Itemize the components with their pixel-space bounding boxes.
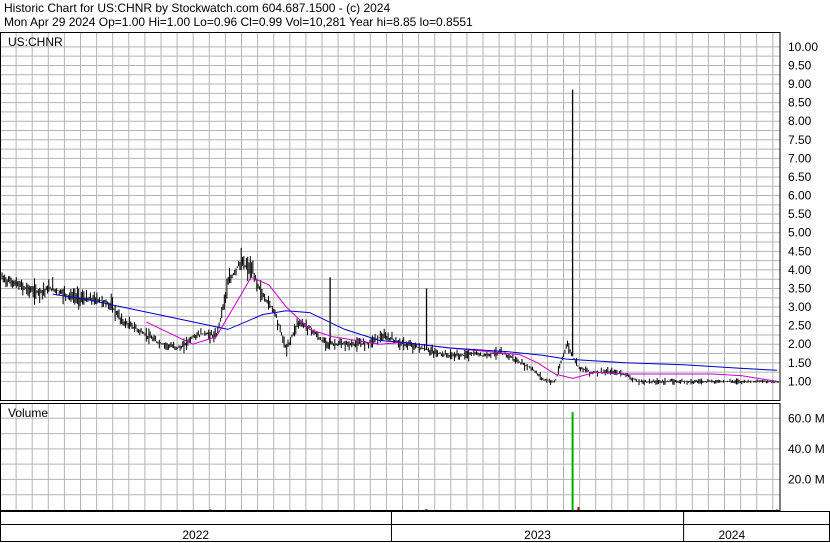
price-tick-label: 2.50 [788, 319, 812, 333]
year-label: 2024 [718, 528, 745, 542]
price-tick-label: 10.00 [788, 40, 818, 54]
volume-tick-label: 60.0 M [788, 411, 825, 425]
price-tick-label: 5.00 [788, 226, 812, 240]
price-tick-label: 9.00 [788, 77, 812, 91]
price-tick-label: 4.50 [788, 244, 812, 258]
price-tick-label: 8.50 [788, 96, 812, 110]
volume-bar [577, 506, 580, 510]
price-tick-label: 4.00 [788, 263, 812, 277]
price-tick-label: 3.00 [788, 300, 812, 314]
price-tick-label: 7.00 [788, 151, 812, 165]
price-grid [0, 32, 780, 400]
volume-tick-label: 40.0 M [788, 442, 825, 456]
year-label: 2023 [524, 528, 551, 542]
date-axis-frame [0, 511, 830, 542]
volume-bar [425, 509, 428, 511]
price-tick-label: 2.00 [788, 337, 812, 351]
price-tick-label: 8.00 [788, 114, 812, 128]
ma-short-line [145, 276, 778, 382]
volume-bar [571, 412, 574, 510]
moving-average-short [145, 276, 778, 382]
price-tick-label: 6.00 [788, 189, 812, 203]
price-tick-label: 3.50 [788, 281, 812, 295]
volume-tick-label: 20.0 M [788, 472, 825, 486]
price-bars [1, 89, 779, 386]
volume-grid [0, 403, 780, 510]
year-label: 2022 [182, 528, 209, 542]
volume-panel-label: Volume [8, 406, 48, 420]
price-tick-label: 1.00 [788, 374, 812, 388]
price-panel-frame [0, 32, 781, 401]
price-tick-label: 9.50 [788, 58, 812, 72]
price-tick-label: 7.50 [788, 133, 812, 147]
panel-frames [0, 32, 830, 542]
stock-chart: 10.00 9.50 9.00 8.50 8.00 7.50 7.00 6.50 6.00 5.5… [0, 32, 830, 542]
price-tick-label: 6.50 [788, 170, 812, 184]
price-tick-label: 5.50 [788, 207, 812, 221]
price-panel-label: US:CHNR [8, 35, 63, 49]
price-tick-label: 1.50 [788, 356, 812, 370]
